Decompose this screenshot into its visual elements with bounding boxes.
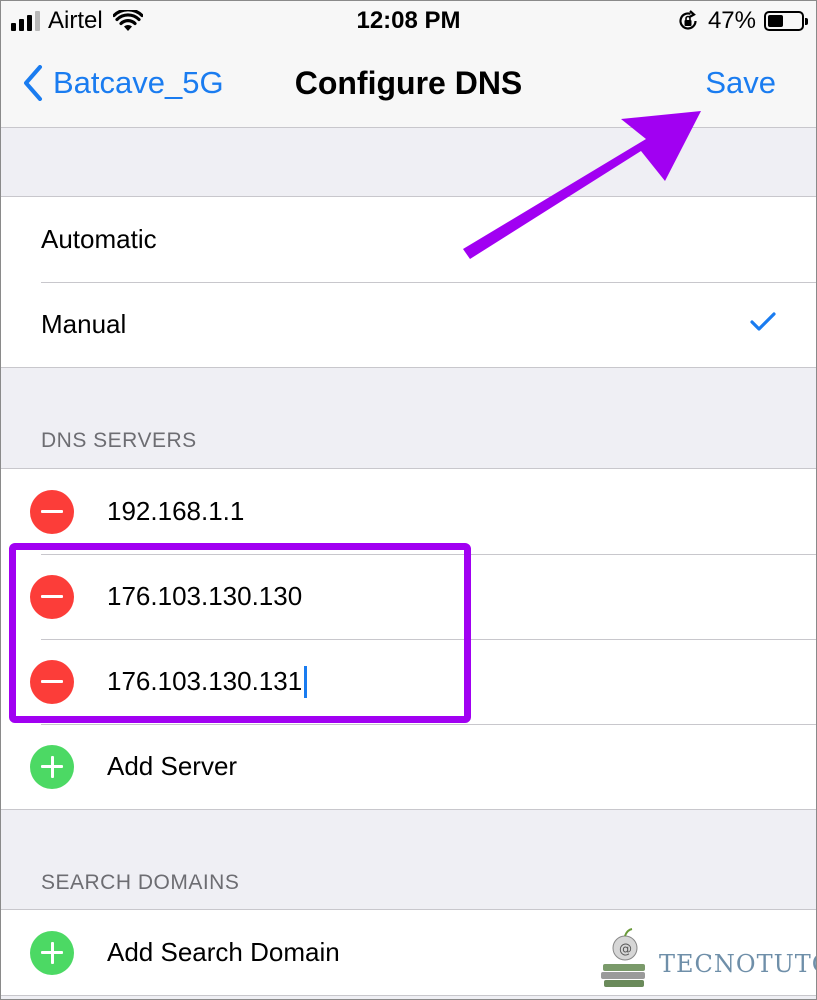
plus-circle-icon (30, 930, 74, 975)
delete-server-button[interactable] (30, 574, 74, 619)
dns-server-row (1, 639, 816, 724)
status-right: 47% (676, 7, 808, 35)
dns-mode-group: Automatic Manual (1, 196, 816, 368)
dns-server-input[interactable] (107, 581, 527, 612)
search-domains-header: SEARCH DOMAINS (41, 871, 240, 894)
option-automatic-label: Automatic (41, 224, 157, 254)
battery-icon (764, 11, 808, 31)
add-search-domain-label: Add Search Domain (107, 937, 340, 967)
status-bar: Airtel 12:08 PM 47% (1, 1, 816, 41)
text-cursor (304, 666, 307, 698)
battery-fill (768, 15, 783, 27)
dns-server-input[interactable] (107, 666, 527, 697)
battery-percent: 47% (707, 7, 756, 34)
delete-server-button[interactable] (30, 659, 74, 704)
plus-circle-icon (30, 744, 74, 789)
rotation-lock-icon (679, 10, 697, 30)
add-server-button[interactable]: Add Server (1, 724, 816, 809)
dns-server-input[interactable] (107, 496, 527, 527)
minus-circle-icon (41, 595, 63, 598)
minus-circle-icon (41, 510, 63, 513)
delete-server-button[interactable] (30, 489, 74, 534)
dns-servers-group: Add Server (1, 468, 816, 810)
option-manual[interactable]: Manual (1, 282, 816, 367)
save-button[interactable]: Save (705, 65, 776, 101)
checkmark-icon (750, 312, 776, 331)
books-logo-icon: @ (601, 928, 645, 987)
minus-circle-icon (41, 680, 63, 683)
dns-server-row (1, 554, 816, 639)
add-server-label: Add Server (107, 751, 238, 781)
dns-server-row (1, 469, 816, 554)
dns-servers-header: DNS SERVERS (41, 429, 197, 452)
navigation-bar: Batcave_5G Configure DNS Save (1, 41, 816, 128)
watermark-text: TECNOTUTO (659, 950, 817, 978)
screenshot-frame: Airtel 12:08 PM 47% Batcave_5G Configure… (0, 0, 817, 1000)
svg-text:@: @ (619, 942, 632, 957)
page-title: Configure DNS (294, 65, 523, 101)
option-manual-label: Manual (41, 309, 127, 339)
option-automatic[interactable]: Automatic (1, 197, 816, 282)
watermark: @ TECNOTUTO (599, 926, 817, 990)
